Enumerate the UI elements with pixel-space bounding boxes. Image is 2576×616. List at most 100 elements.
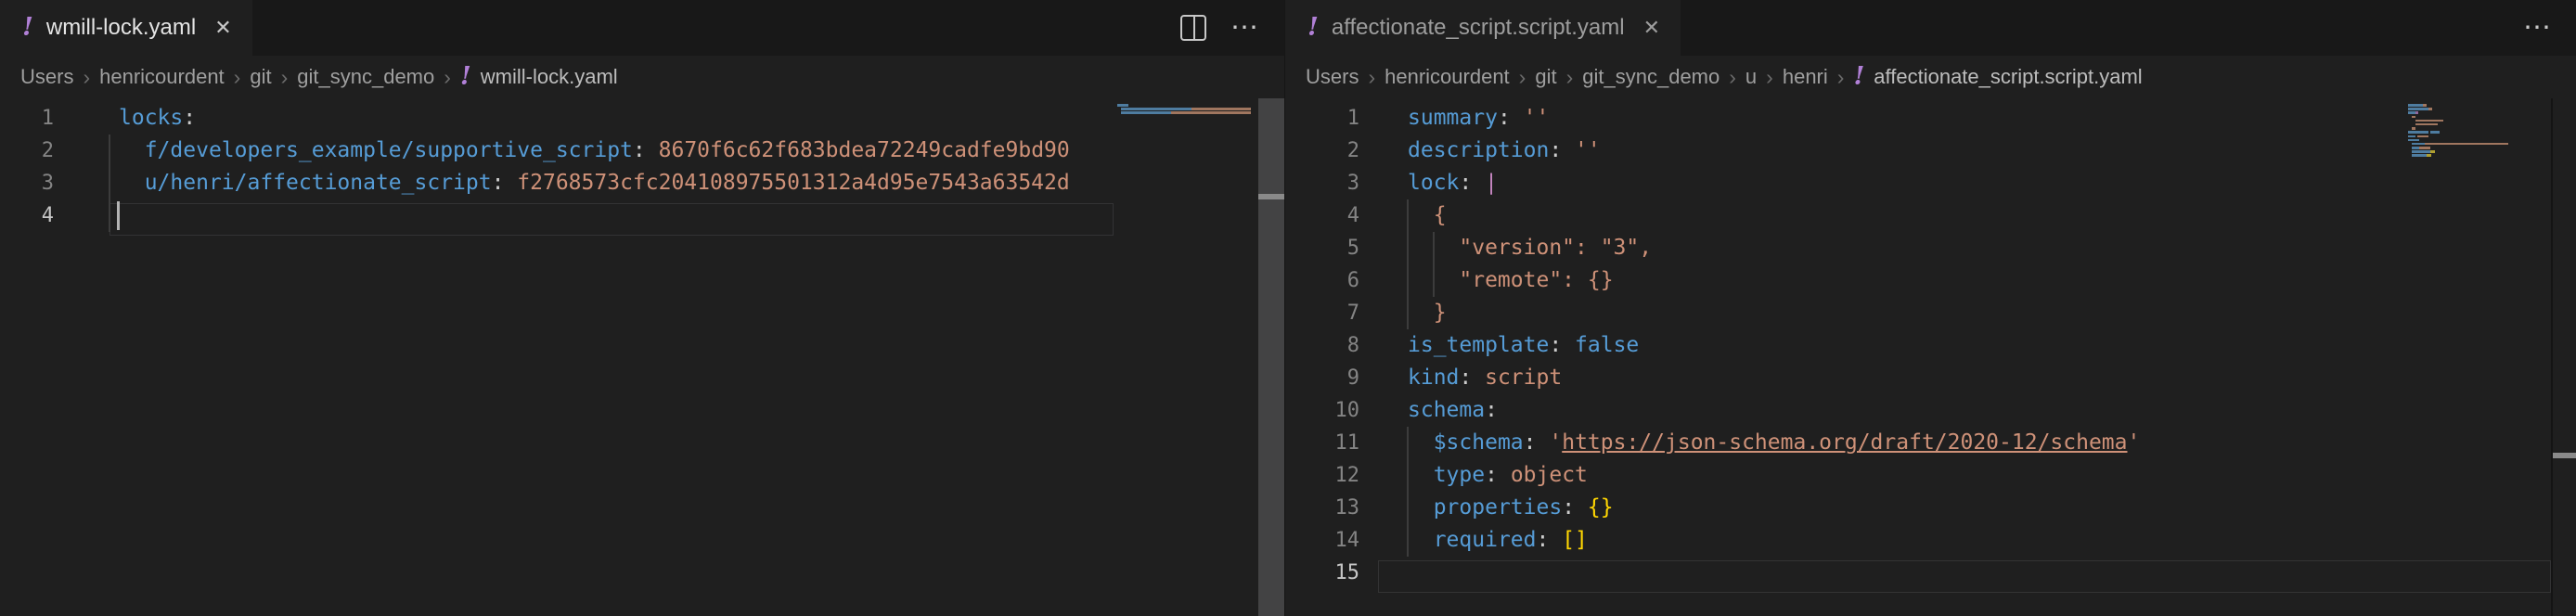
breadcrumb-file[interactable]: !wmill-lock.yaml (460, 65, 618, 90)
minimap-line (2408, 111, 2555, 114)
breadcrumb-file[interactable]: !affectionate_script.script.yaml (1853, 65, 2142, 90)
line-number[interactable]: 1 (1285, 102, 1359, 135)
code-token (1562, 333, 1575, 357)
chevron-right-icon: › (444, 65, 451, 90)
code-token (504, 171, 517, 195)
vertical-scrollbar[interactable] (1258, 98, 1284, 616)
editor-left[interactable]: 1234 locks: f/developers_example/support… (0, 98, 1284, 616)
breadcrumb-item[interactable]: Users (1306, 65, 1359, 89)
scrollbar-border (2551, 98, 2553, 616)
code-token: object (1511, 463, 1588, 487)
code-token: type (1434, 463, 1485, 487)
yaml-file-icon: ! (460, 64, 471, 89)
code-token: f/developers_example/supportive_script (145, 138, 633, 162)
tab-wmill-lock-yaml[interactable]: ! wmill-lock.yaml ✕ (0, 0, 252, 56)
line-number[interactable]: 3 (1285, 167, 1359, 199)
code-line[interactable]: summary: '' (1408, 102, 2576, 135)
minimap[interactable] (2408, 104, 2555, 159)
tab-bar-left: ! wmill-lock.yaml ✕ ⋯ (0, 0, 1284, 56)
breadcrumb-item[interactable]: u (1745, 65, 1757, 89)
line-number[interactable]: 11 (1285, 427, 1359, 459)
code-line[interactable]: locks: (119, 102, 1284, 135)
code-line[interactable]: lock: | (1408, 167, 2576, 199)
minimap-line (2408, 123, 2555, 126)
line-number[interactable]: 2 (1285, 135, 1359, 167)
code-area[interactable]: summary: ''description: ''lock: | { "ver… (1408, 102, 2576, 589)
code-line[interactable] (1408, 557, 2576, 589)
code-area[interactable]: locks: f/developers_example/supportive_s… (119, 102, 1284, 232)
line-number[interactable]: 6 (1285, 264, 1359, 297)
editor-right[interactable]: 123456789101112131415 summary: ''descrip… (1285, 98, 2576, 616)
code-line[interactable]: required: [] (1408, 524, 2576, 557)
code-line[interactable]: schema: (1408, 394, 2576, 427)
yaml-file-icon: ! (22, 15, 33, 40)
close-tab-icon[interactable]: ✕ (214, 16, 231, 40)
code-token: } (1408, 301, 1447, 325)
line-number[interactable]: 7 (1285, 297, 1359, 329)
code-line[interactable]: "remote": {} (1408, 264, 2576, 297)
split-editor-icon[interactable] (1180, 15, 1206, 41)
code-line[interactable]: is_template: false (1408, 329, 2576, 362)
line-number[interactable]: 12 (1285, 459, 1359, 492)
code-token: '' (1575, 138, 1601, 162)
breadcrumb-item[interactable]: git (1535, 65, 1556, 89)
breadcrumb: Users›henricourdent›git›git_sync_demo›!w… (0, 56, 1284, 98)
line-number[interactable]: 3 (0, 167, 54, 199)
code-token: is_template (1408, 333, 1549, 357)
line-number[interactable]: 5 (1285, 232, 1359, 264)
breadcrumb-item[interactable]: git (250, 65, 271, 89)
minimap[interactable] (1117, 104, 1262, 116)
code-line[interactable]: type: object (1408, 459, 2576, 492)
line-number[interactable]: 2 (0, 135, 54, 167)
line-number[interactable]: 4 (1285, 199, 1359, 232)
minimap-segment (1171, 111, 1251, 114)
breadcrumb-item[interactable]: henricourdent (1385, 65, 1510, 89)
code-line[interactable]: description: '' (1408, 135, 2576, 167)
breadcrumb-item[interactable]: git_sync_demo (297, 65, 434, 89)
line-number[interactable]: 4 (0, 199, 54, 232)
more-actions-icon[interactable]: ⋯ (1230, 14, 1260, 42)
minimap-segment (2408, 111, 2415, 114)
code-token: | (1485, 171, 1498, 195)
code-token: : (1549, 138, 1562, 162)
code-line[interactable]: u/henri/affectionate_script: f2768573cfc… (119, 167, 1284, 199)
schema-url-link[interactable]: https://json-schema.org/draft/2020-12/sc… (1562, 430, 2127, 455)
code-line[interactable]: $schema: 'https://json-schema.org/draft/… (1408, 427, 2576, 459)
minimap-line (2408, 127, 2555, 130)
code-token (1408, 430, 1434, 455)
line-number[interactable]: 14 (1285, 524, 1359, 557)
minimap-segment (2408, 135, 2415, 138)
line-number[interactable]: 9 (1285, 362, 1359, 394)
code-token (1408, 463, 1434, 487)
code-token: : (1485, 463, 1498, 487)
code-line[interactable]: kind: script (1408, 362, 2576, 394)
yaml-file-icon: ! (1307, 15, 1319, 40)
code-token: : (1549, 333, 1562, 357)
line-number[interactable]: 1 (0, 102, 54, 135)
line-number[interactable]: 13 (1285, 492, 1359, 524)
minimap-segment (2408, 131, 2428, 134)
chevron-right-icon: › (1519, 65, 1526, 90)
minimap-segment (2412, 154, 2427, 157)
close-tab-icon[interactable]: ✕ (1643, 16, 1660, 40)
code-line[interactable]: properties: {} (1408, 492, 2576, 524)
code-token: { (1408, 203, 1447, 227)
code-line[interactable]: } (1408, 297, 2576, 329)
breadcrumb-item[interactable]: henricourdent (99, 65, 225, 89)
more-actions-icon[interactable]: ⋯ (2523, 14, 2553, 42)
code-line[interactable] (119, 199, 1284, 232)
minimap-segment (2428, 108, 2432, 110)
breadcrumb-item[interactable]: Users (20, 65, 73, 89)
line-number[interactable]: 15 (1285, 557, 1359, 589)
code-line[interactable]: "version": "3", (1408, 232, 2576, 264)
line-number-gutter: 1234 (0, 102, 54, 232)
code-line[interactable]: f/developers_example/supportive_script: … (119, 135, 1284, 167)
line-number[interactable]: 10 (1285, 394, 1359, 427)
breadcrumb-item[interactable]: henri (1783, 65, 1828, 89)
minimap-line (1117, 108, 1262, 110)
code-line[interactable]: { (1408, 199, 2576, 232)
tab-affectionate-script-yaml[interactable]: ! affectionate_script.script.yaml ✕ (1285, 0, 1681, 56)
overview-ruler-cursor-marker (1258, 194, 1284, 199)
breadcrumb-item[interactable]: git_sync_demo (1582, 65, 1719, 89)
line-number[interactable]: 8 (1285, 329, 1359, 362)
